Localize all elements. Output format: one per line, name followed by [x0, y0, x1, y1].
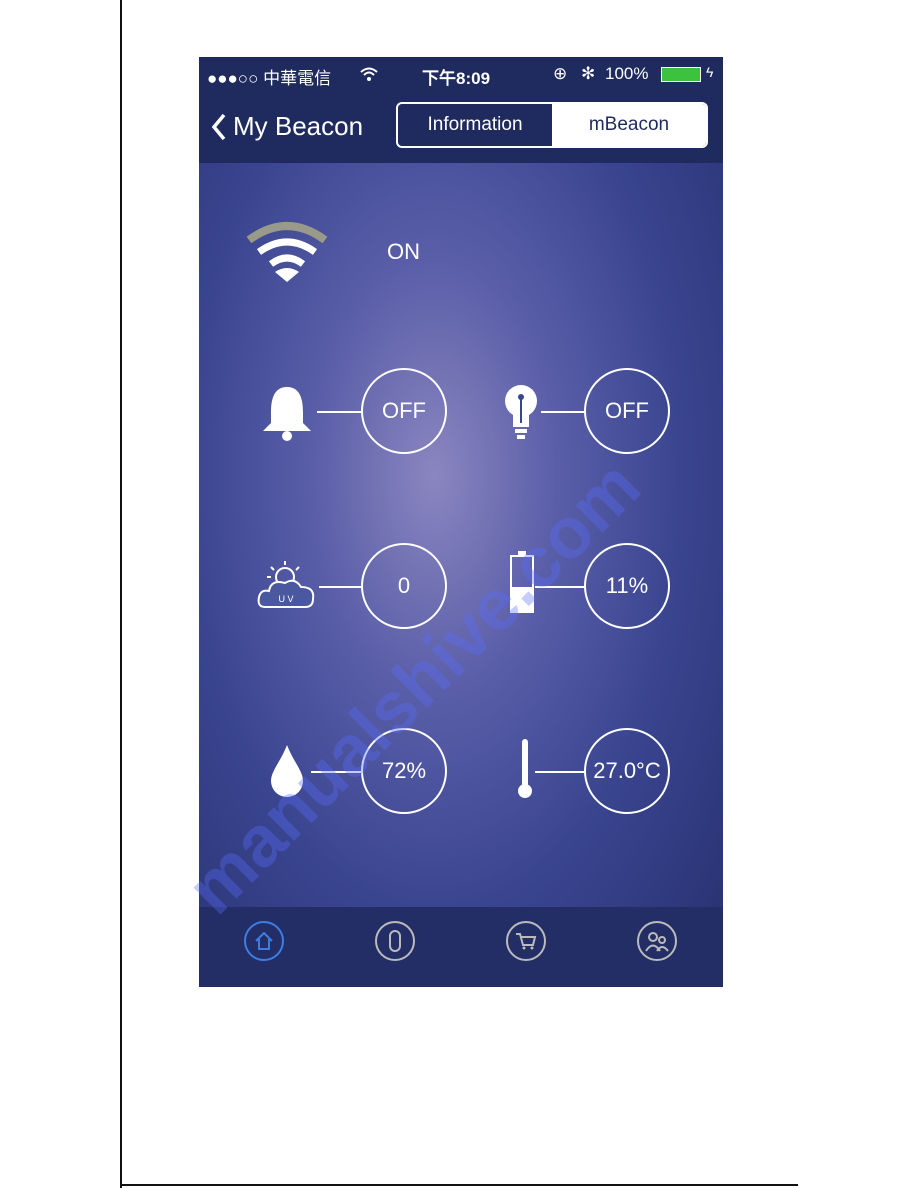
battery-status-icon [661, 67, 701, 82]
rotation-lock-icon: ⊕ [553, 64, 568, 83]
page-margin-line [120, 0, 122, 1188]
connector [535, 771, 585, 773]
uv-weather-icon: U V [257, 561, 315, 608]
charging-icon: ϟ [706, 64, 714, 80]
tab-information[interactable]: Information [398, 104, 552, 146]
tab-users[interactable] [637, 921, 677, 961]
connector [319, 586, 361, 588]
wifi-status-icon [360, 67, 378, 81]
tab-device[interactable] [375, 921, 415, 961]
tab-bar [199, 907, 723, 987]
back-button[interactable]: My Beacon [211, 111, 363, 142]
light-toggle[interactable]: OFF [584, 368, 670, 454]
bell-icon [263, 387, 311, 441]
status-bar: ●●●○○ 中華電信 下午8:09 ⊕ ✻ 100% ϟ [199, 57, 723, 91]
tab-shop[interactable] [506, 921, 546, 961]
bluetooth-icon: ✻ [581, 64, 596, 83]
connector [317, 411, 361, 413]
clock: 下午8:09 [422, 69, 491, 88]
chevron-left-icon [211, 113, 226, 140]
page-bottom-line [120, 1184, 798, 1186]
wifi-status: ON [387, 239, 420, 264]
carrier: ●●●○○ 中華電信 [207, 69, 332, 88]
beacon-device-icon [389, 930, 401, 952]
wifi-icon [246, 222, 328, 282]
uv-label: U V [278, 594, 293, 604]
tab-home[interactable] [244, 921, 284, 961]
alarm-toggle[interactable]: OFF [361, 368, 447, 454]
users-icon [645, 932, 669, 952]
nav-bar: My Beacon Information mBeacon [199, 91, 723, 163]
home-icon [255, 931, 273, 950]
thermometer-icon [518, 739, 532, 798]
lightbulb-icon [505, 385, 537, 439]
connector [541, 411, 585, 413]
cart-icon [516, 933, 537, 950]
battery-percent: 100% [605, 64, 649, 83]
tab-mbeacon[interactable]: mBeacon [552, 104, 706, 146]
temperature-value: 27.0°C [584, 728, 670, 814]
back-label: My Beacon [233, 111, 364, 141]
segmented-control: Information mBeacon [396, 102, 708, 148]
